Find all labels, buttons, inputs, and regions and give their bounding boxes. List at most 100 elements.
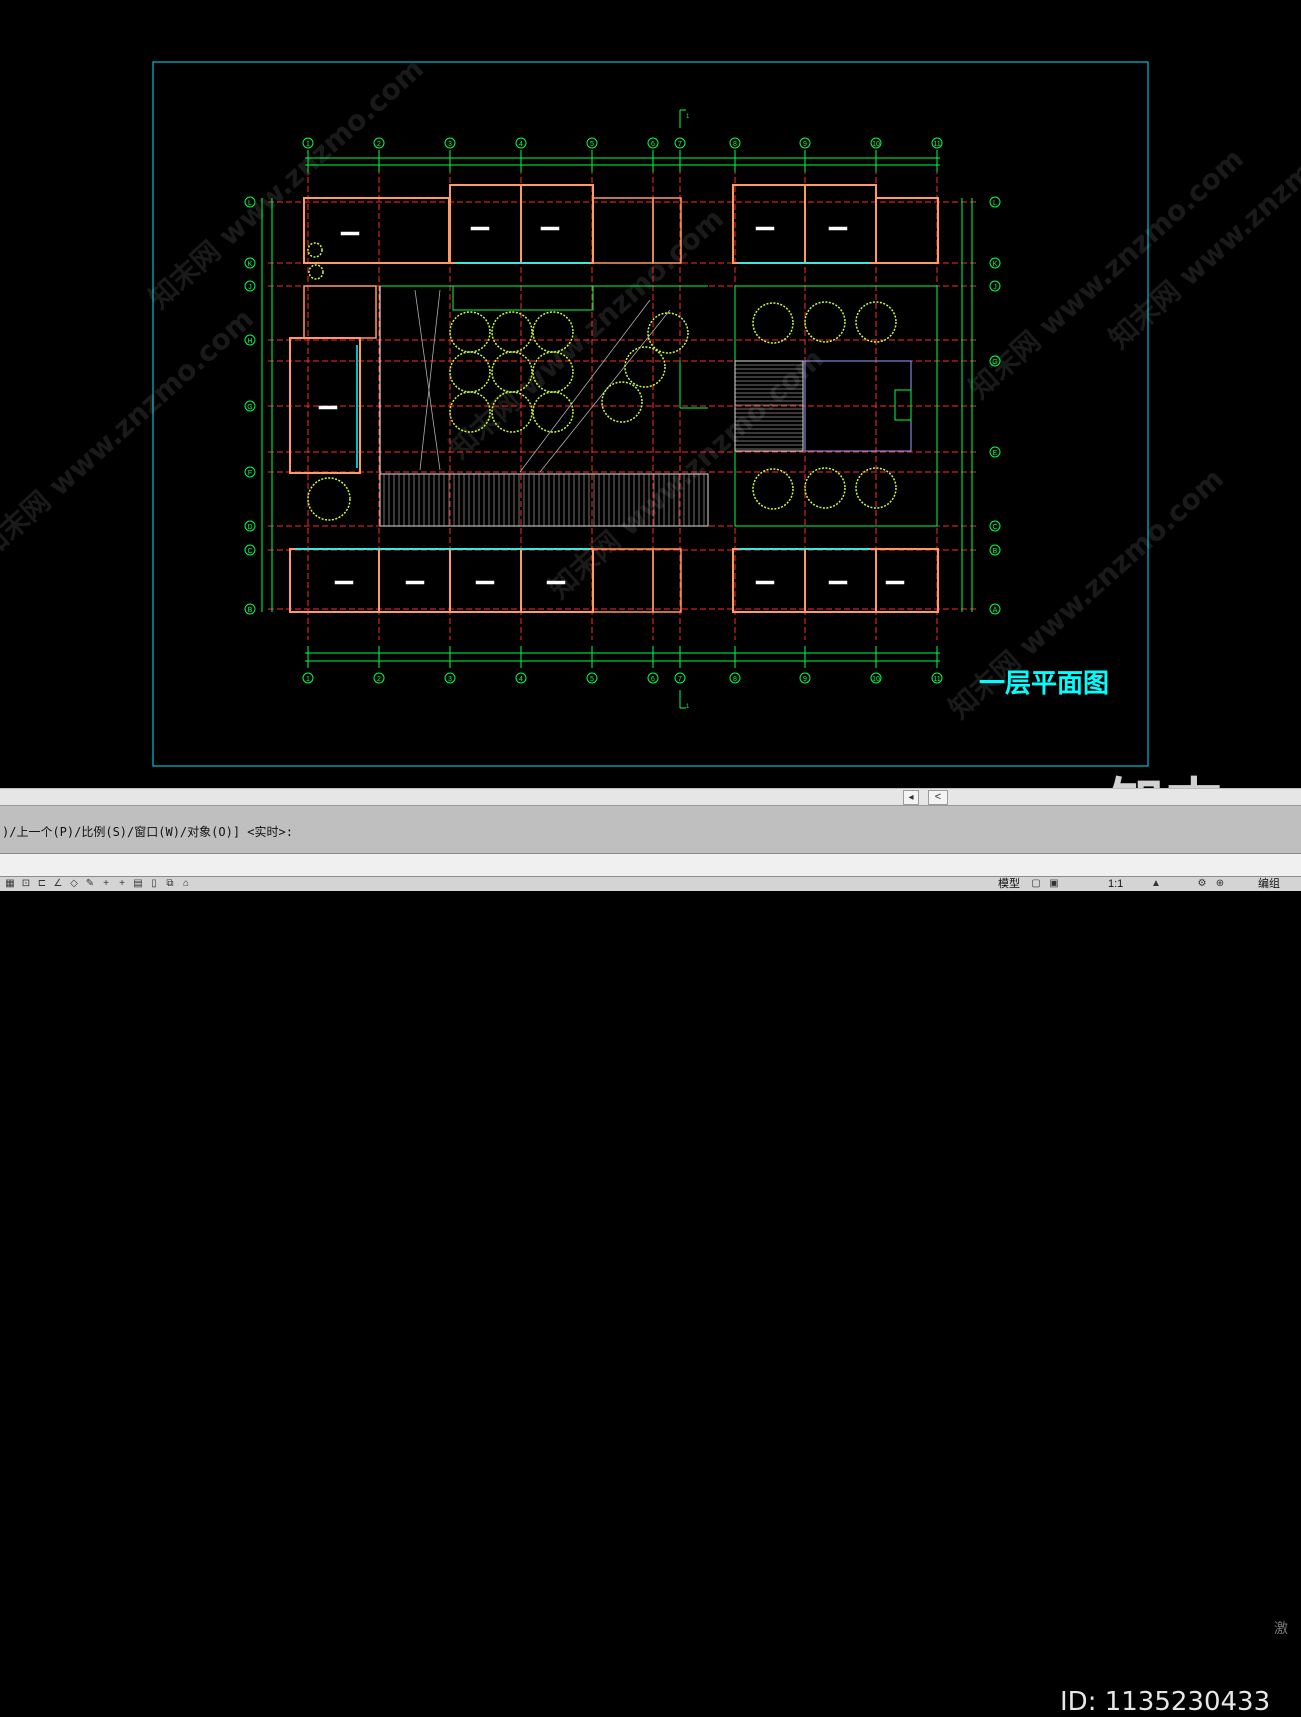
grid-label-bottom: 3 <box>448 676 452 683</box>
room-label <box>828 580 848 585</box>
ortho-icon[interactable]: ⊏ <box>36 878 48 890</box>
room-label <box>405 580 425 585</box>
grid-label-left: J <box>248 284 252 291</box>
osnap-icon[interactable]: ◇ <box>68 878 80 890</box>
room-label <box>475 580 495 585</box>
annotation-icon[interactable]: ⌂ <box>180 878 192 890</box>
room-north-end <box>875 197 939 264</box>
lock-icon[interactable]: ⊕ <box>1214 878 1226 890</box>
workspace-label[interactable]: 编组 <box>1258 878 1280 890</box>
grid-label-left: H <box>247 338 252 345</box>
quick-view-icon[interactable]: ▣ <box>1048 878 1060 890</box>
grid-label-right: L <box>993 200 997 207</box>
grid-label-right: E <box>993 450 998 457</box>
grid-label-bottom: 4 <box>519 676 523 683</box>
command-input[interactable]: ID: 1135230433 <box>0 853 1301 1717</box>
grid-label-bottom: 1 <box>306 676 310 683</box>
room-label <box>546 580 566 585</box>
room-label <box>828 226 848 231</box>
grid-label-top: 10 <box>872 141 880 148</box>
tree <box>449 351 491 393</box>
polar-icon[interactable]: ∠ <box>52 878 64 890</box>
grid-label-bottom: 8 <box>733 676 737 683</box>
tree <box>752 302 794 344</box>
dyn-icon[interactable]: + <box>116 878 128 890</box>
grid-label-right: A <box>993 607 998 614</box>
scroll-left-arrow[interactable]: ◂ <box>903 790 919 805</box>
grid-label-left: F <box>248 470 252 477</box>
tree <box>601 381 643 423</box>
stair-south <box>652 548 682 613</box>
tree <box>804 467 846 509</box>
tree <box>647 312 689 354</box>
grid-label-left: G <box>247 404 252 411</box>
grid-label-left: C <box>247 548 252 555</box>
grid-label-bottom: 9 <box>803 676 807 683</box>
grid-label-right: B <box>993 548 998 555</box>
tree <box>804 301 846 343</box>
grid-label-top: 2 <box>377 141 381 148</box>
snap-icon[interactable]: ⊡ <box>20 878 32 890</box>
grid-label-bottom: 5 <box>590 676 594 683</box>
workspace-gear-icon[interactable]: ⚙ <box>1196 878 1208 890</box>
scroll-left-button[interactable]: < <box>928 790 948 805</box>
otrack-icon[interactable]: ✎ <box>84 878 96 890</box>
model-tab[interactable]: 模型 <box>998 878 1020 890</box>
ducs-icon[interactable]: + <box>100 878 112 890</box>
room-label <box>540 226 560 231</box>
floor-plan-drawing: 知末网 www.znzmo.com知末网 www.znzmo.com 知末网 ww… <box>0 52 1301 767</box>
lineweight-icon[interactable]: ▤ <box>132 878 144 890</box>
grid-label-bottom: 2 <box>377 676 381 683</box>
grid-label-left: D <box>247 524 252 531</box>
grid-label-left: B <box>248 607 253 614</box>
room-west-upper <box>303 285 377 339</box>
annotation-visibility-icon[interactable]: ▲ <box>1150 878 1162 890</box>
transparency-icon[interactable]: ▯ <box>148 878 160 890</box>
room-label <box>340 231 360 236</box>
grid-label-right: C <box>992 524 997 531</box>
grid-label-right: K <box>993 261 998 268</box>
horizontal-scrollbar[interactable]: ◂ < <box>0 788 1301 805</box>
command-prompt-text: )/上一个(P)/比例(S)/窗口(W)/对象(O)] <实时>: <box>2 825 293 839</box>
tree <box>624 346 666 388</box>
courtyard-path <box>419 289 441 471</box>
grid-icon[interactable]: ▦ <box>4 878 16 890</box>
grid-label-right: G <box>992 359 997 366</box>
grid-label-left: L <box>248 200 252 207</box>
tree <box>491 311 533 353</box>
tree <box>532 391 574 433</box>
grid-label-right: J <box>993 284 997 291</box>
watermark-diagonal: 知末网 www.znzmo.com <box>1103 92 1301 355</box>
watermark-id: ID: 1135230433 <box>1060 1687 1271 1717</box>
layout-icon[interactable]: ▢ <box>1030 878 1042 890</box>
grid-label-top: 9 <box>803 141 807 148</box>
grid-label-top: 5 <box>590 141 594 148</box>
courtyard-path <box>414 289 441 471</box>
grid-label-top: 1 <box>306 141 310 148</box>
watermark-brand: 知末 <box>1108 760 1224 788</box>
courtyard-planter <box>452 285 594 311</box>
room-label <box>318 405 338 410</box>
tree <box>449 311 491 353</box>
drawing-canvas[interactable]: 知末网 www.znzmo.com 知末网 www.znzmo.com 知末网 ww… <box>0 0 1301 788</box>
grid-label-top: 7 <box>678 141 682 148</box>
tree <box>752 468 794 510</box>
tree <box>308 264 324 280</box>
room-label <box>755 226 775 231</box>
room-label <box>885 580 905 585</box>
watermark-side-text: 激 <box>1274 1620 1288 1636</box>
grid-label-left: K <box>248 261 253 268</box>
grid-label-top: 8 <box>733 141 737 148</box>
drawing-title: 一层平面图 <box>979 668 1109 698</box>
grid-label-top: 3 <box>448 141 452 148</box>
watermark-diagonal: 知末网 www.znzmo.com <box>0 302 260 565</box>
grid-label-bottom: 6 <box>651 676 655 683</box>
room-north-west <box>303 197 450 264</box>
annotation-scale[interactable]: 1:1 <box>1108 878 1123 890</box>
section-label-top: 1 <box>686 114 690 120</box>
selection-cycle-icon[interactable]: ⧉ <box>164 878 176 890</box>
tree <box>307 242 323 258</box>
watermark-diagonal: 知末网 www.znzmo.com <box>443 202 730 465</box>
grid-label-bottom: 7 <box>678 676 682 683</box>
watermark-diagonal: 知末网 www.znzmo.com <box>143 52 430 315</box>
